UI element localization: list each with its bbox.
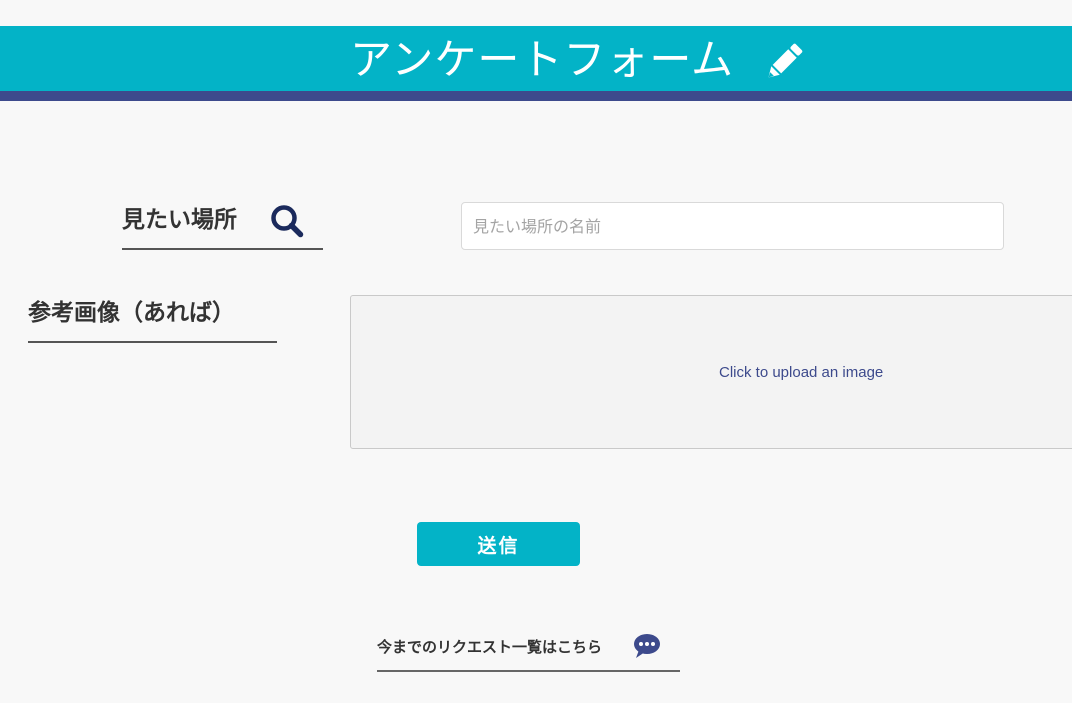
place-name-input[interactable]: [461, 202, 1004, 250]
request-list-link[interactable]: 今までのリクエスト一覧はこちら: [377, 628, 680, 672]
upload-prompt: Click to upload an image: [719, 364, 884, 381]
image-label-group: 参考画像（あれば）: [28, 295, 277, 343]
place-label: 見たい場所: [122, 207, 237, 233]
place-label-group: 見たい場所: [122, 200, 323, 250]
header-rule: [0, 91, 1072, 101]
search-icon: [271, 205, 304, 238]
page-title: アンケートフォーム: [350, 35, 735, 84]
image-label: 参考画像（あれば）: [28, 300, 235, 326]
image-upload-dropzone[interactable]: Click to upload an image: [350, 295, 1072, 449]
request-list-label: 今までのリクエスト一覧はこちら: [377, 638, 603, 656]
submit-button[interactable]: 送信: [417, 522, 580, 566]
chat-bubble-icon: [634, 634, 660, 658]
pencil-icon: [768, 43, 803, 78]
